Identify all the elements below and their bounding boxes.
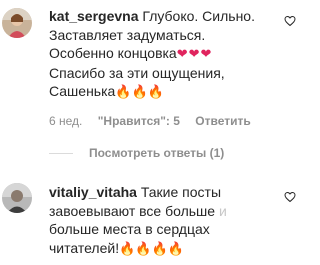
comment-vitaliy-vitaha: vitaliy_vitaha Такие посты завоевывают в… (0, 0, 302, 265)
comment-text-line: больше места в сердцах (49, 221, 210, 237)
comment-text-line: читателей! (49, 239, 120, 256)
fire-emoji: 🔥🔥🔥🔥 (119, 240, 184, 256)
comment-text-line: завоевывают все больше (49, 202, 216, 219)
avatar[interactable] (2, 183, 32, 213)
comment-text-line: Такие посты (140, 184, 221, 200)
comment-text-faded: и (218, 202, 227, 219)
heart-outline-icon[interactable] (284, 190, 296, 203)
comment-username[interactable]: vitaliy_vitaha (49, 184, 137, 200)
comment-body: vitaliy_vitaha Такие посты завоевывают в… (49, 183, 289, 258)
